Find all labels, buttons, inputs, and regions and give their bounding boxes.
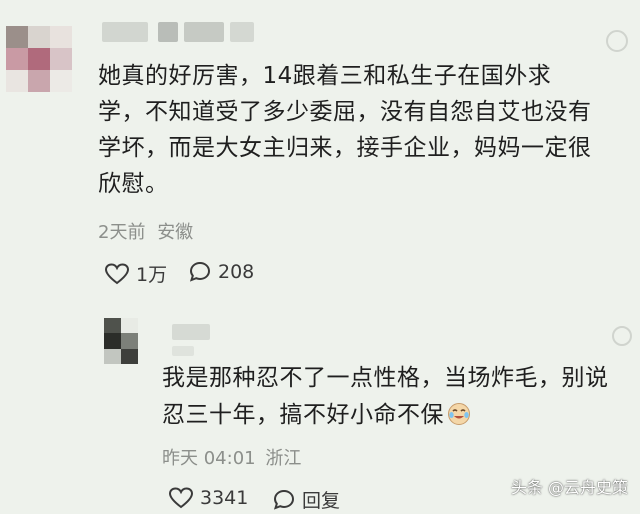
replier-avatar[interactable] [104, 318, 138, 364]
comment-like-button[interactable]: 1万 [104, 260, 167, 287]
comment-reply-count: 208 [218, 261, 255, 283]
crying-laughing-emoji-icon [448, 403, 470, 425]
comment-reply-count-button[interactable]: 208 [188, 260, 254, 284]
reply-action-label: 回复 [302, 490, 341, 512]
source-watermark: 头条 @云舟史策 [510, 478, 628, 497]
commenter-name-blurred[interactable] [102, 22, 148, 42]
comment-text: 她真的好厉害，14跟着三和私生子在国外求学，不知道受了多少委屈，没有自怨自艾也没… [98, 63, 592, 197]
commenter-name-blurred-2 [158, 22, 178, 42]
reply-like-button[interactable]: 3341 [168, 486, 248, 510]
reply-time: 昨天 04:01 [162, 448, 256, 469]
heart-icon [168, 487, 194, 509]
commenter-avatar[interactable] [6, 26, 72, 92]
comment-time: 2天前 [98, 222, 146, 243]
more-options-icon[interactable] [606, 30, 628, 52]
heart-icon [104, 262, 130, 284]
replier-name-blurred[interactable] [172, 324, 210, 340]
reply-to-reply-button[interactable]: 回复 [272, 486, 340, 513]
comment-location: 安徽 [157, 222, 194, 243]
commenter-name-blurred-4 [230, 22, 254, 42]
reply-bubble-icon [273, 489, 295, 510]
comment-like-count: 1万 [136, 264, 168, 286]
reply-more-options-icon[interactable] [612, 326, 632, 346]
reply-meta: 昨天 04:01 浙江 [162, 444, 301, 470]
reply-text: 我是那种忍不了一点性格，当场炸毛，别说忍三十年，搞不好小命不保 [162, 365, 609, 428]
reply-like-count: 3341 [200, 487, 249, 509]
reply-text-block: 我是那种忍不了一点性格，当场炸毛，别说忍三十年，搞不好小命不保 [162, 360, 622, 434]
replier-name-blurred-2 [172, 346, 194, 356]
comment-bubble-icon [189, 261, 211, 282]
commenter-name-blurred-3 [184, 22, 224, 42]
reply-location: 浙江 [265, 448, 302, 469]
comment-meta: 2天前 安徽 [98, 218, 193, 244]
